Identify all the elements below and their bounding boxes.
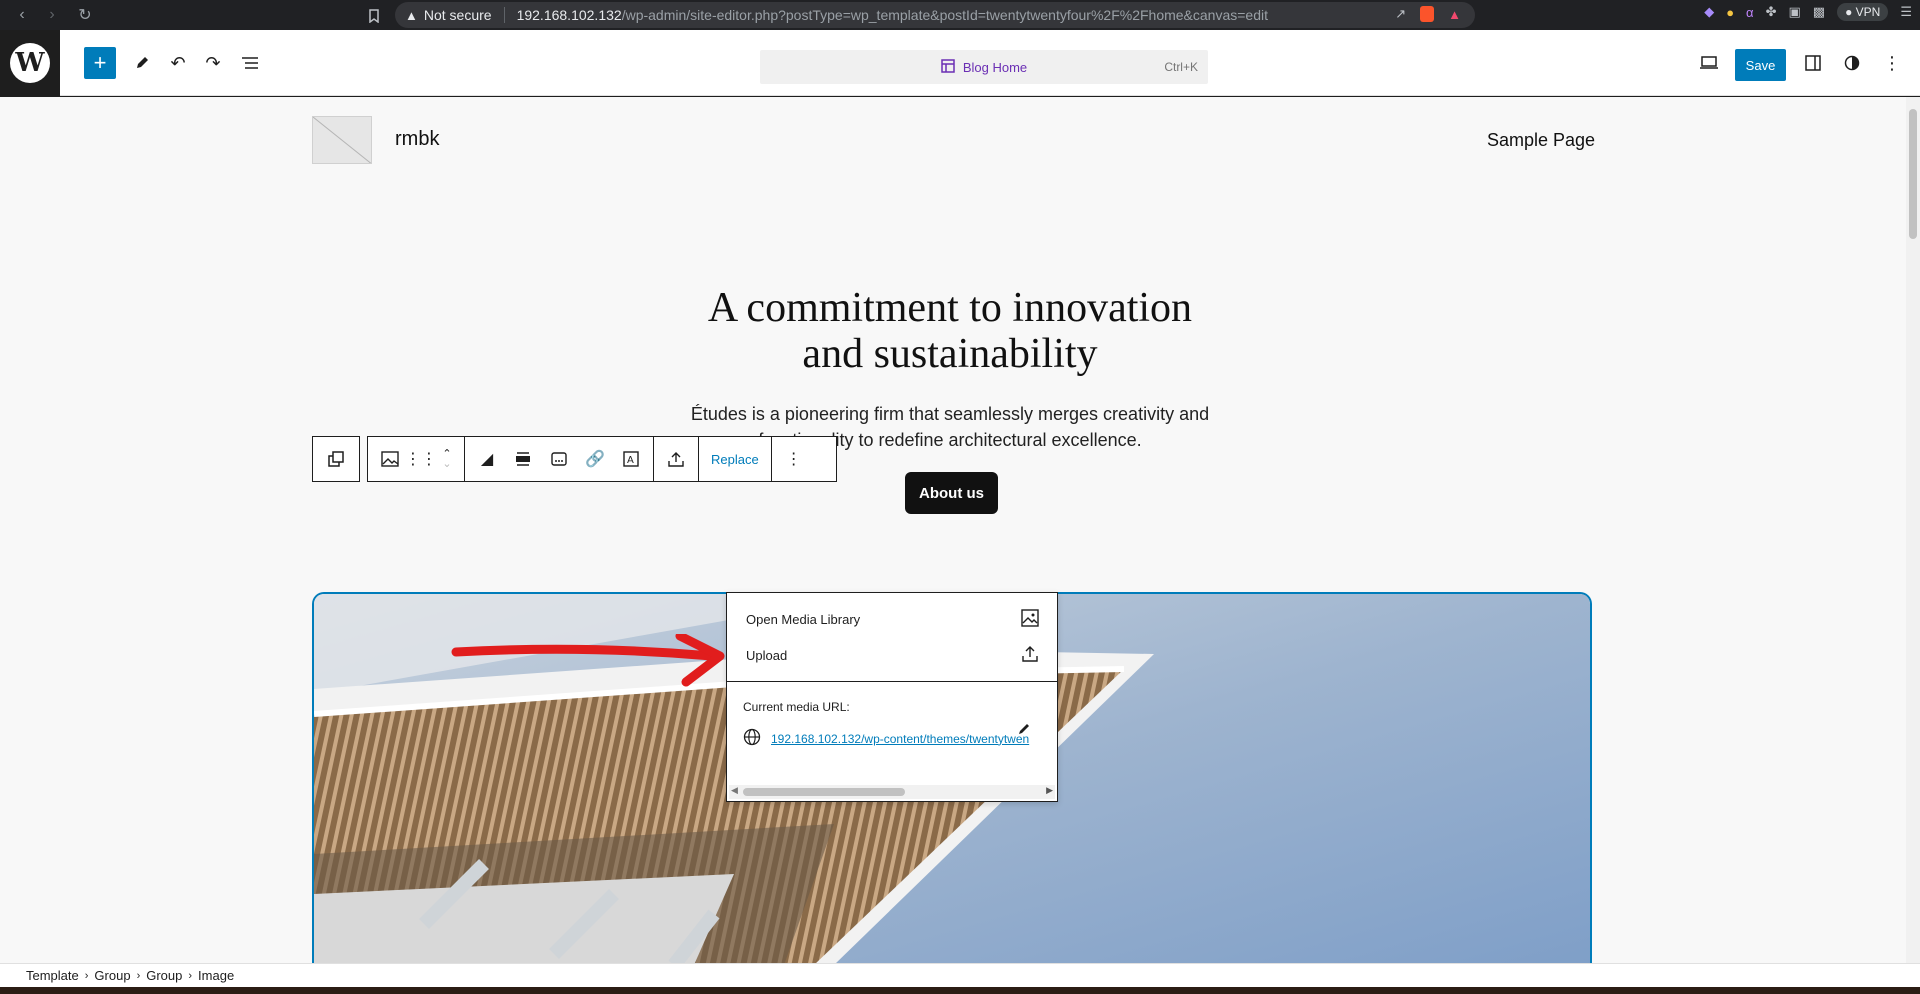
text-overlay-icon[interactable]: A: [613, 441, 649, 477]
block-breadcrumb: Template › Group › Group › Image: [0, 963, 1920, 987]
extensions-area: ◆ ● α ✤ ▣ ▩ ● VPN ☰: [1704, 3, 1912, 21]
vpn-label: VPN: [1855, 5, 1881, 19]
list-view-icon[interactable]: [234, 47, 266, 79]
open-media-library-label: Open Media Library: [746, 611, 861, 627]
popover-scrollbar[interactable]: ◀ ▶: [729, 785, 1055, 799]
device-preview-icon[interactable]: [1693, 47, 1725, 79]
undo-icon[interactable]: ↶: [162, 47, 194, 79]
options-menu-icon[interactable]: ⋮: [1876, 47, 1908, 79]
select-parent-button[interactable]: [312, 436, 360, 482]
breadcrumb-group-1[interactable]: Group: [88, 968, 136, 983]
brave-rewards-icon[interactable]: ▲: [1448, 7, 1461, 22]
image-block-icon[interactable]: [372, 441, 408, 477]
back-icon[interactable]: ‹: [8, 1, 36, 29]
toolbar-group-upload: [654, 437, 699, 481]
sidebar-toggle-icon[interactable]: ▣: [1788, 4, 1800, 20]
command-palette-bar[interactable]: Blog Home Ctrl+K: [760, 50, 1208, 84]
block-toolbar: ⋮⋮ ⌃ ⌄ ◢ 🔗 A Replace ⋮: [367, 436, 837, 482]
duotone-filter-icon[interactable]: ◢: [469, 441, 505, 477]
share-icon[interactable]: ↗: [1395, 6, 1406, 22]
upload-label: Upload: [746, 647, 788, 663]
nav-sample-page[interactable]: Sample Page: [1487, 130, 1595, 151]
toolbar-group-replace: Replace: [699, 437, 772, 481]
styles-icon[interactable]: [1836, 47, 1868, 79]
scroll-right-icon[interactable]: ▶: [1046, 785, 1053, 796]
globe-icon: [743, 728, 761, 749]
canvas-scrollbar[interactable]: [1906, 97, 1920, 963]
canvas-scroll-thumb[interactable]: [1909, 109, 1917, 239]
open-media-library-item[interactable]: Open Media Library: [727, 601, 1057, 637]
hero-heading-line1: A commitment to innovation: [707, 285, 1193, 331]
redo-icon[interactable]: ↷: [197, 47, 229, 79]
toolbar-group-block: ⋮⋮ ⌃ ⌄: [368, 437, 465, 481]
extensions-puzzle-icon[interactable]: ✤: [1766, 4, 1777, 20]
drag-handle-icon[interactable]: ⋮⋮: [405, 441, 437, 477]
toolbar-group-options: ⋮: [772, 437, 816, 481]
tools-pencil-icon[interactable]: [126, 47, 158, 79]
edit-pencil-icon[interactable]: [1017, 722, 1031, 739]
replace-button[interactable]: Replace: [703, 452, 767, 467]
url-host: 192.168.102.132: [516, 7, 622, 23]
reload-icon[interactable]: ↻: [71, 1, 99, 29]
current-media-url-link[interactable]: 192.168.102.132/wp-content/themes/twenty…: [771, 732, 1029, 746]
brave-shield-icon[interactable]: [1420, 6, 1435, 22]
svg-text:A: A: [627, 455, 634, 466]
taskbar-edge: [0, 987, 1920, 994]
upload-icon: [1021, 645, 1039, 666]
more-options-icon[interactable]: ⋮: [776, 441, 812, 477]
settings-sidebar-icon[interactable]: [1797, 47, 1829, 79]
browser-menu-icon[interactable]: ☰: [1900, 4, 1912, 20]
browser-toolbar: ‹ › ↻ ▲ Not secure 192.168.102.132/wp-ad…: [0, 0, 1920, 30]
popover-scroll-thumb[interactable]: [743, 788, 905, 796]
add-block-button[interactable]: +: [84, 47, 116, 79]
toolbar-group-format: ◢ 🔗 A: [465, 437, 654, 481]
site-title[interactable]: rmbk: [395, 128, 439, 151]
breadcrumb-group-2[interactable]: Group: [140, 968, 188, 983]
extension-diamond-icon[interactable]: ◆: [1704, 4, 1714, 20]
extension-face-icon[interactable]: ●: [1726, 5, 1734, 20]
link-icon[interactable]: 🔗: [577, 441, 613, 477]
save-button[interactable]: Save: [1735, 49, 1786, 81]
current-url-label: Current media URL:: [743, 700, 850, 714]
align-icon[interactable]: [505, 441, 541, 477]
wallet-icon[interactable]: ▩: [1813, 4, 1825, 20]
hero-desc-line1: Études is a pioneering firm that seamles…: [690, 404, 1210, 424]
bookmark-icon[interactable]: [360, 2, 388, 30]
security-label: Not secure: [423, 7, 492, 23]
move-up-down-icon[interactable]: ⌃ ⌄: [434, 441, 460, 477]
url-path: /wp-admin/site-editor.php?postType=wp_te…: [621, 7, 1268, 23]
breadcrumb-template[interactable]: Template: [20, 968, 85, 983]
hero-heading-line2: and sustainability: [802, 331, 1098, 377]
hero-heading[interactable]: A commitment to innovation and sustainab…: [560, 285, 1340, 377]
upload-icon[interactable]: [658, 441, 694, 477]
vpn-button[interactable]: ● VPN: [1837, 3, 1889, 21]
caption-icon[interactable]: [541, 441, 577, 477]
omnibox-divider: [503, 7, 505, 23]
editor-header: W + ↶ ↷ Blog Home Ctrl+K Save ⋮: [0, 30, 1920, 96]
image-icon: [1021, 608, 1039, 630]
about-us-button[interactable]: About us: [905, 472, 998, 514]
annotation-arrow: [451, 634, 725, 687]
command-bar-label: Blog Home: [962, 59, 1028, 75]
replace-dropdown: Open Media Library Upload Current media …: [726, 592, 1058, 802]
forward-icon[interactable]: ›: [38, 1, 66, 29]
wordpress-logo-icon[interactable]: W: [0, 30, 60, 96]
current-url-row: 192.168.102.132/wp-content/themes/twenty…: [727, 714, 1057, 749]
command-bar-shortcut: Ctrl+K: [1164, 60, 1198, 74]
address-bar[interactable]: ▲ Not secure 192.168.102.132/wp-admin/si…: [395, 2, 1475, 28]
breadcrumb-image[interactable]: Image: [192, 968, 240, 983]
extension-translate-icon[interactable]: α: [1746, 5, 1754, 20]
site-logo-placeholder[interactable]: [312, 116, 372, 164]
template-icon: [941, 58, 955, 76]
upload-item[interactable]: Upload: [727, 637, 1057, 673]
warning-icon: ▲: [405, 7, 418, 23]
scroll-left-icon[interactable]: ◀: [731, 785, 738, 796]
